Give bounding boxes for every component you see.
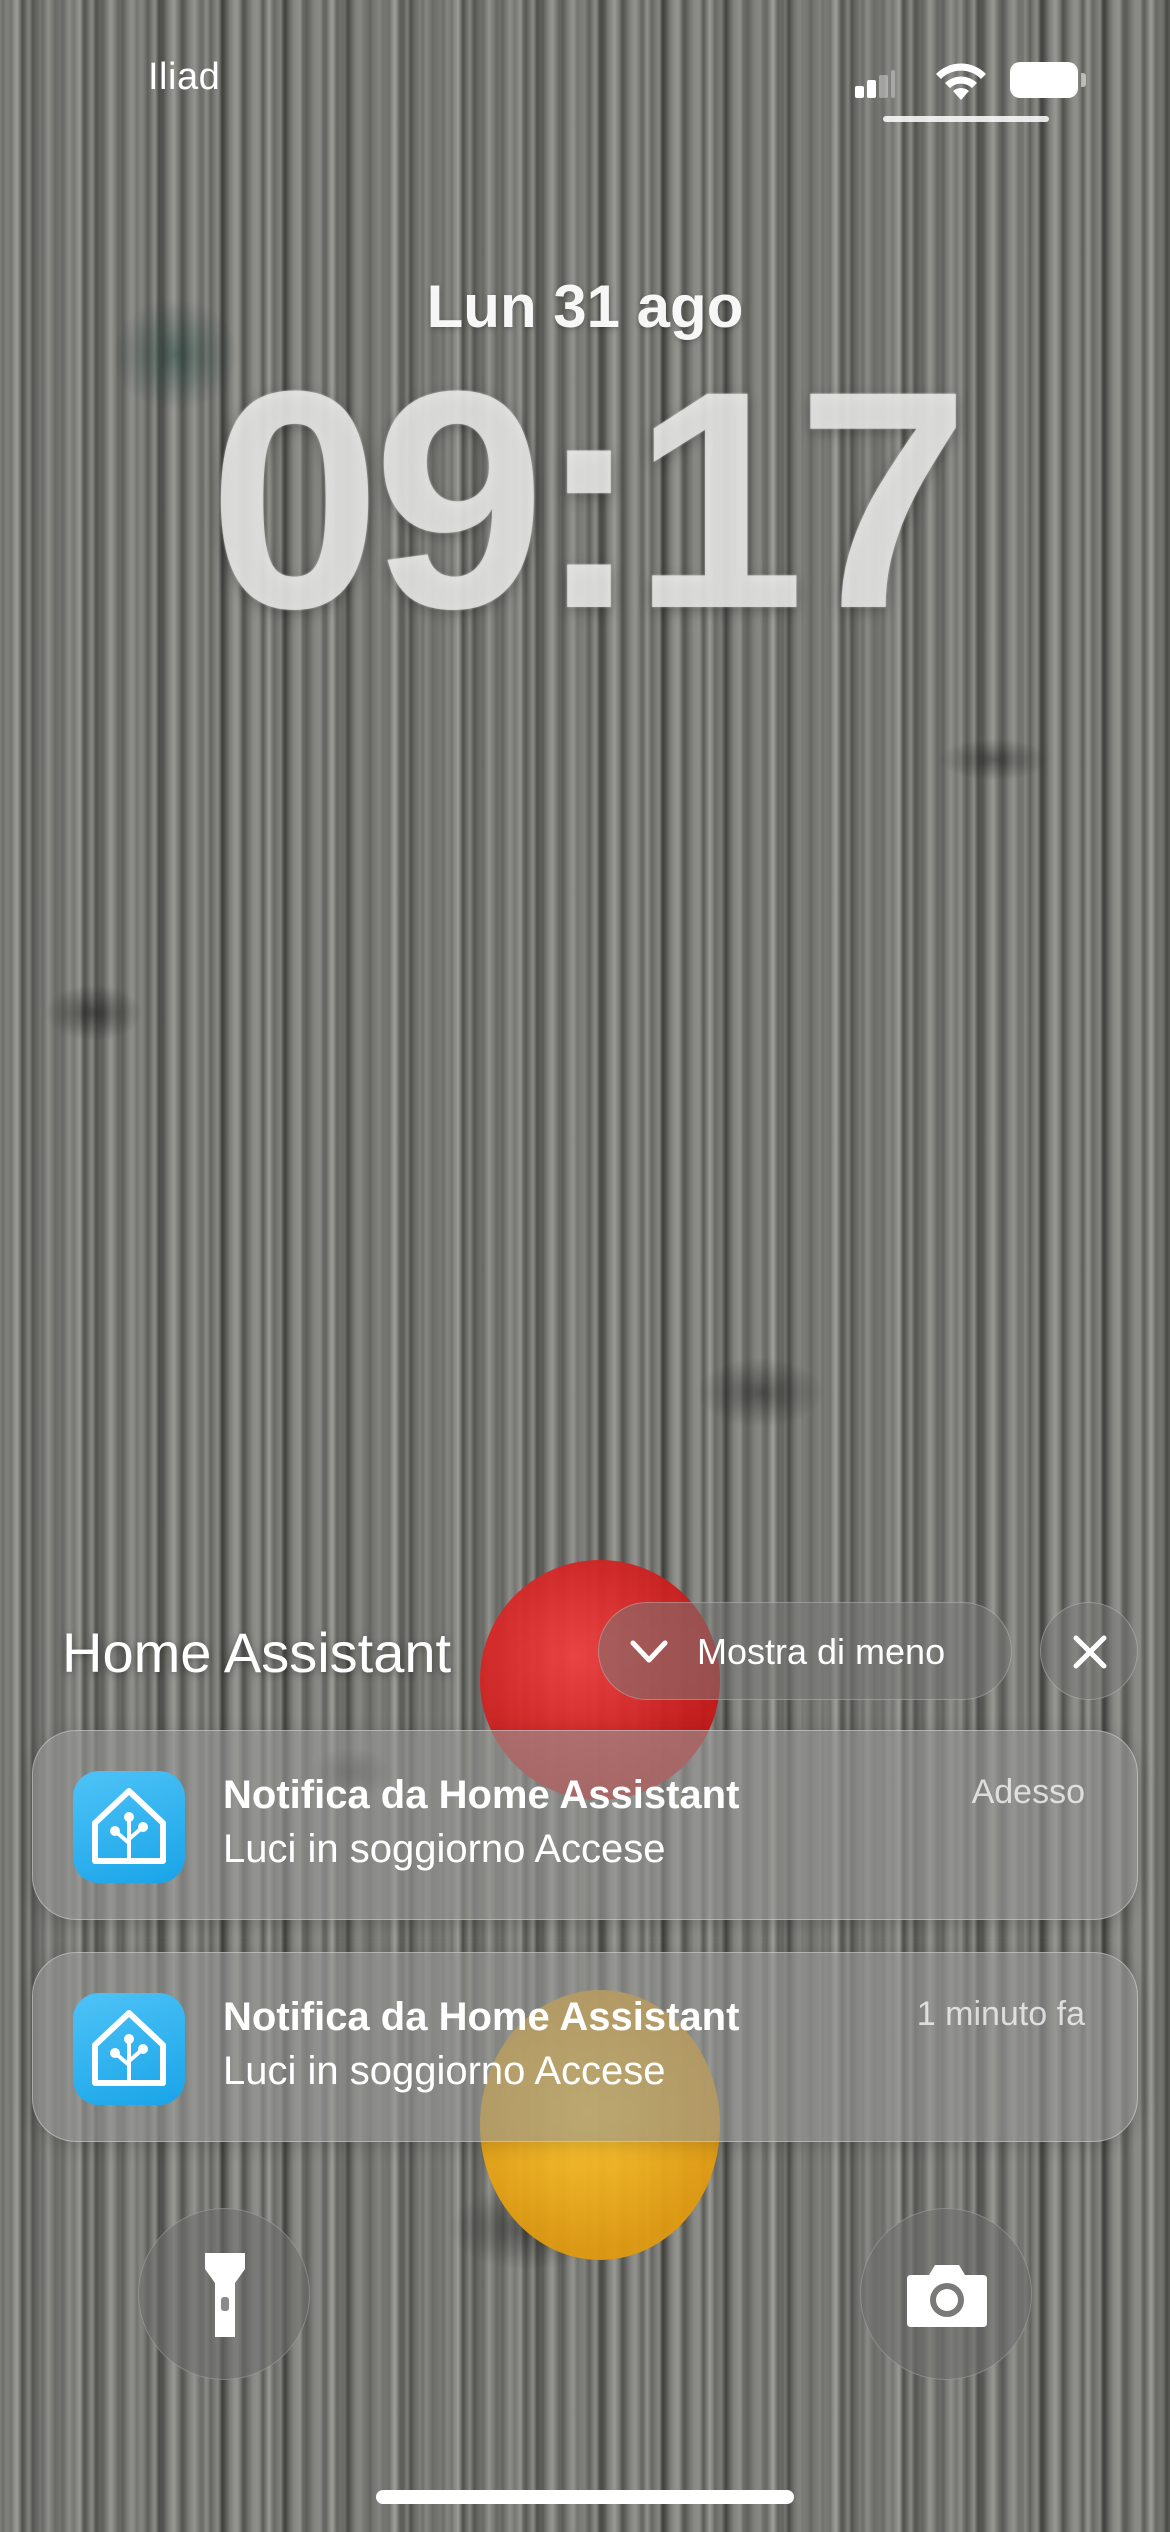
notification-card[interactable]: Notifica da Home Assistant Luci in soggi… xyxy=(32,1730,1138,1920)
clear-notifications-button[interactable] xyxy=(1040,1602,1138,1700)
notification-time: Adesso xyxy=(971,1773,1085,1811)
lock-screen-time: 09:17 xyxy=(208,326,970,673)
signal-icon xyxy=(855,70,895,98)
notification-time: 1 minuto fa xyxy=(916,1995,1085,2033)
home-indicator[interactable] xyxy=(376,2490,794,2504)
status-bar: Iliad xyxy=(0,0,1170,140)
carrier-label: Iliad xyxy=(148,56,221,98)
chevron-down-icon xyxy=(630,1640,668,1663)
notification-group-title: Home Assistant xyxy=(62,1621,452,1684)
close-icon xyxy=(1073,1635,1107,1669)
home-assistant-icon xyxy=(73,1771,185,1883)
notification-title: Notifica da Home Assistant xyxy=(223,1773,740,1817)
camera-button[interactable] xyxy=(860,2208,1032,2380)
notification-body: Luci in soggiorno Accese xyxy=(223,2049,666,2093)
control-center-indicator[interactable] xyxy=(883,116,1049,122)
camera-icon xyxy=(907,2265,987,2327)
notification-body: Luci in soggiorno Accese xyxy=(223,1827,666,1871)
flashlight-icon xyxy=(205,2253,245,2337)
show-less-button[interactable]: Mostra di meno xyxy=(598,1602,1012,1700)
notification-title: Notifica da Home Assistant xyxy=(223,1995,740,2039)
battery-icon xyxy=(1010,62,1086,98)
home-assistant-icon xyxy=(73,1993,185,2105)
notification-card[interactable]: Notifica da Home Assistant Luci in soggi… xyxy=(32,1952,1138,2142)
flashlight-button[interactable] xyxy=(138,2208,310,2380)
show-less-label: Mostra di meno xyxy=(697,1631,946,1672)
wifi-icon xyxy=(936,63,986,100)
